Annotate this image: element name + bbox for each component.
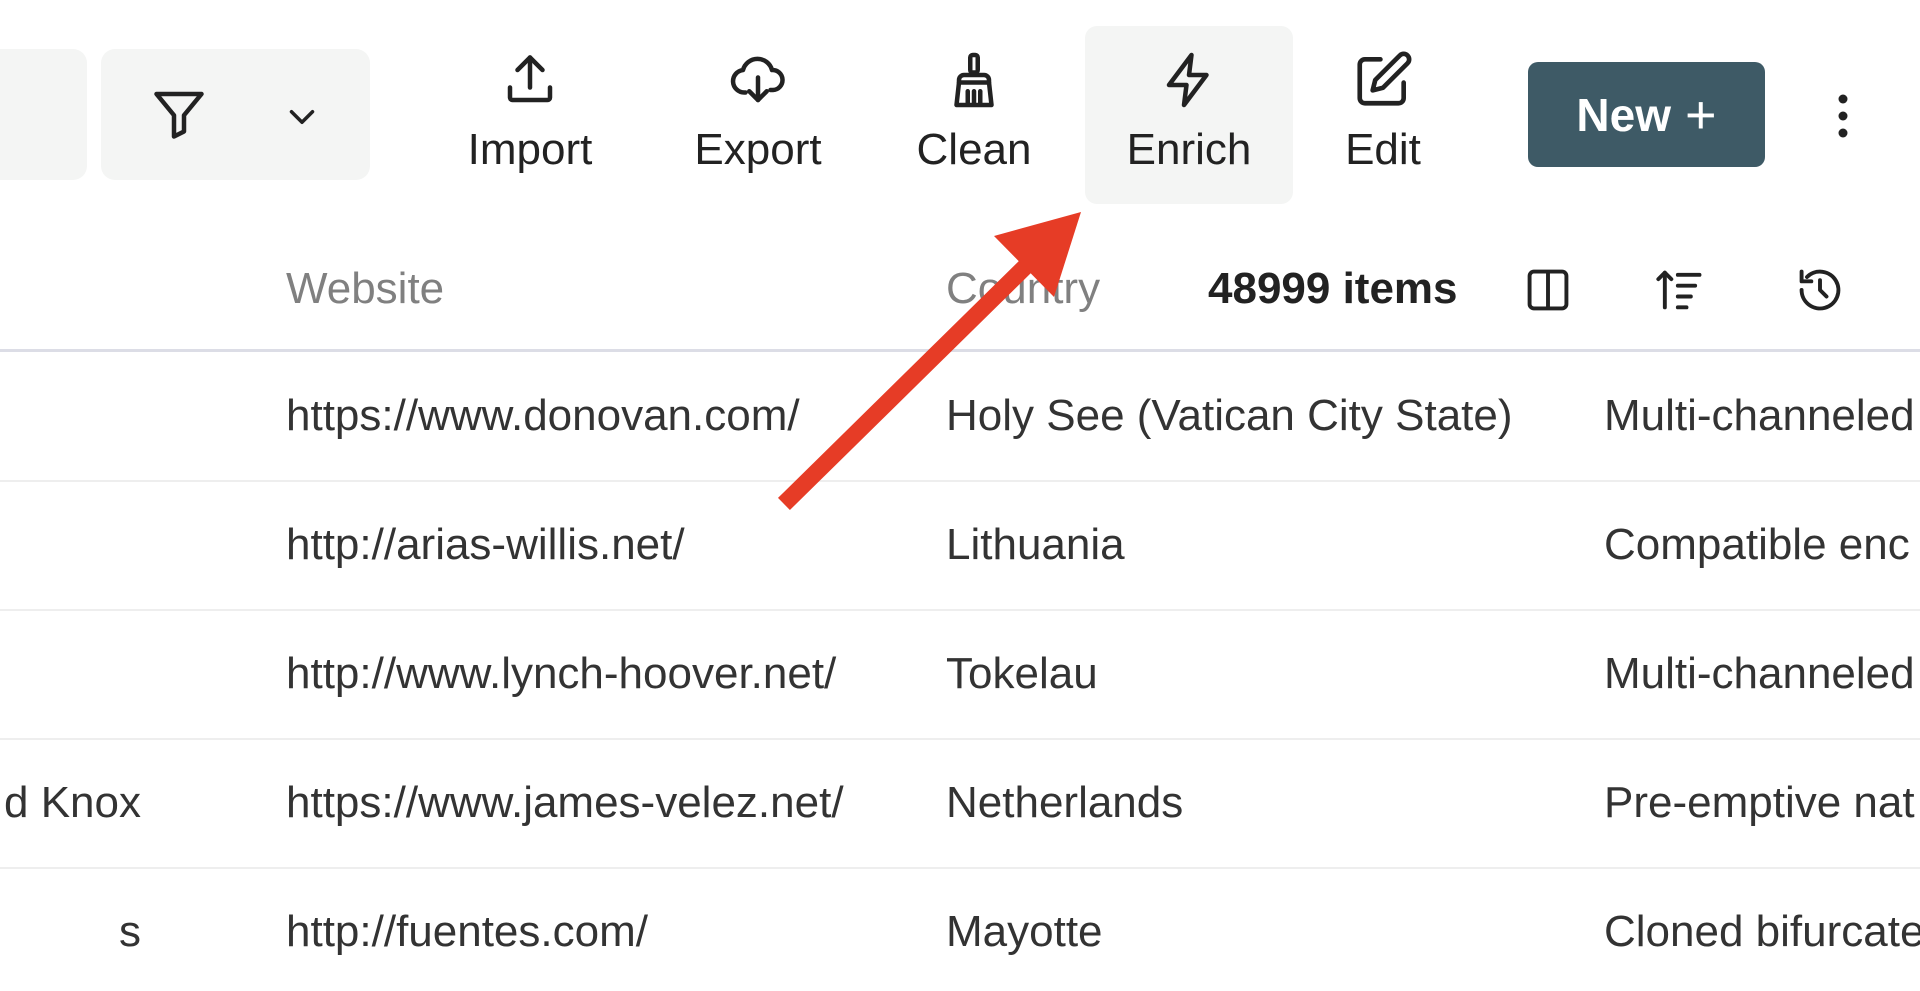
description-cell: Cloned bifurcate: [1604, 907, 1920, 956]
edit-button[interactable]: Edit: [1330, 26, 1436, 204]
table-row[interactable]: http://arias-willis.net/ Lithuania Compa…: [0, 483, 1920, 611]
filter-icon: [154, 91, 204, 139]
row-divider: [0, 609, 1920, 611]
country-cell: Tokelau: [946, 649, 1098, 698]
plus-icon: +: [1685, 84, 1717, 145]
columns-icon[interactable]: [1522, 264, 1574, 316]
row-divider: [0, 480, 1920, 482]
contacts-table-view: Import Export Clean Enrich Edit New + We…: [0, 0, 1920, 991]
items-count: 48999 items: [1208, 264, 1458, 313]
upload-icon: [507, 55, 553, 103]
country-cell: Netherlands: [946, 778, 1184, 827]
table-row[interactable]: s http://fuentes.com/ Mayotte Cloned bif…: [0, 870, 1920, 991]
search-box[interactable]: [0, 49, 87, 180]
row-divider: [0, 867, 1920, 869]
country-cell: Mayotte: [946, 907, 1103, 956]
filter-dropdown[interactable]: [101, 49, 370, 180]
column-header-country[interactable]: Country: [946, 262, 1100, 316]
name-cell: d Knox: [4, 778, 141, 827]
import-button[interactable]: Import: [455, 26, 605, 204]
website-cell: http://fuentes.com/: [286, 907, 648, 956]
new-button-label: New: [1576, 88, 1672, 141]
history-icon[interactable]: [1794, 264, 1846, 316]
more-options-button[interactable]: [1820, 86, 1866, 146]
row-divider: [0, 738, 1920, 740]
more-vertical-icon: [1838, 94, 1848, 138]
broom-icon: [954, 52, 994, 108]
export-label: Export: [694, 125, 822, 174]
sort-icon[interactable]: [1654, 264, 1706, 316]
edit-icon: [1357, 51, 1412, 106]
enrich-label: Enrich: [1126, 125, 1252, 174]
country-cell: Lithuania: [946, 520, 1125, 569]
lightning-icon: [1166, 52, 1209, 108]
table-row[interactable]: http://www.lynch-hoover.net/ Tokelau Mul…: [0, 612, 1920, 740]
name-cell: s: [119, 907, 141, 956]
description-cell: Multi-channeled: [1604, 649, 1915, 698]
chevron-down-icon: [289, 110, 315, 124]
description-cell: Pre-emptive nat: [1604, 778, 1915, 827]
website-cell: https://www.james-velez.net/: [286, 778, 844, 827]
website-cell: http://arias-willis.net/: [286, 520, 685, 569]
column-header-website[interactable]: Website: [286, 262, 444, 316]
table-row[interactable]: d Knox https://www.james-velez.net/ Neth…: [0, 741, 1920, 869]
clean-button[interactable]: Clean: [911, 26, 1037, 204]
website-cell: http://www.lynch-hoover.net/: [286, 649, 837, 698]
website-cell: https://www.donovan.com/: [286, 391, 800, 440]
table-row[interactable]: https://www.donovan.com/ Holy See (Vatic…: [0, 354, 1920, 482]
country-cell: Holy See (Vatican City State): [946, 391, 1513, 440]
description-cell: Multi-channeled: [1604, 391, 1915, 440]
description-cell: Compatible enc: [1604, 520, 1910, 569]
clean-label: Clean: [916, 125, 1032, 174]
new-button[interactable]: New +: [1528, 62, 1765, 167]
enrich-button[interactable]: Enrich: [1085, 26, 1293, 204]
export-button[interactable]: Export: [685, 26, 831, 204]
edit-label: Edit: [1345, 125, 1421, 174]
import-label: Import: [467, 125, 593, 174]
header-divider: [0, 349, 1920, 352]
cloud-download-icon: [730, 56, 785, 103]
